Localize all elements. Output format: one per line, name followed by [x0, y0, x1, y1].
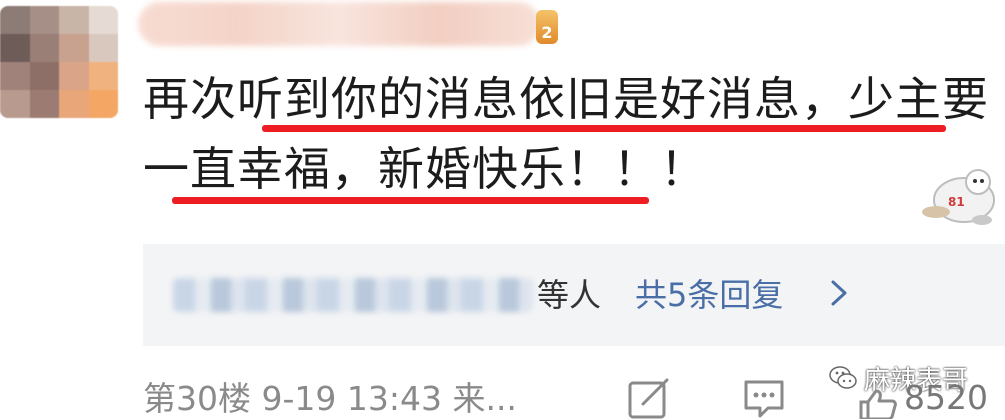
- avatar[interactable]: [0, 6, 118, 118]
- red-underline-1: [262, 125, 946, 132]
- comment-body: 再次听到你的消息依旧是好消息，少主要 一直幸福，新婚快乐！！！: [143, 64, 989, 204]
- view-replies-link[interactable]: 共5条回复: [635, 270, 783, 316]
- reply-suffix: 等人: [537, 276, 602, 314]
- svg-text:81: 81: [948, 195, 965, 209]
- comment-line-2: 一直幸福，新婚快乐！！！: [143, 142, 707, 196]
- username-blurred[interactable]: [138, 2, 540, 46]
- like-icon[interactable]: [858, 388, 898, 419]
- chevron-right-icon[interactable]: [829, 278, 849, 308]
- edit-icon[interactable]: [627, 378, 671, 419]
- floor-and-time: 第30楼 9-19 13:43 来...: [143, 379, 517, 418]
- comment-line-1: 再次听到你的消息依旧是好消息，少主要: [143, 72, 989, 126]
- level-badge: 2: [536, 10, 558, 44]
- reply-usernames-blurred: [173, 278, 533, 312]
- comment-icon[interactable]: [742, 378, 786, 419]
- red-underline-2: [172, 197, 649, 204]
- wechat-logo-icon: [829, 366, 857, 389]
- sticker-icon: 81: [922, 169, 995, 225]
- replies-preview[interactable]: 等人 共5条回复: [143, 244, 1005, 346]
- like-count: 8520: [904, 378, 988, 417]
